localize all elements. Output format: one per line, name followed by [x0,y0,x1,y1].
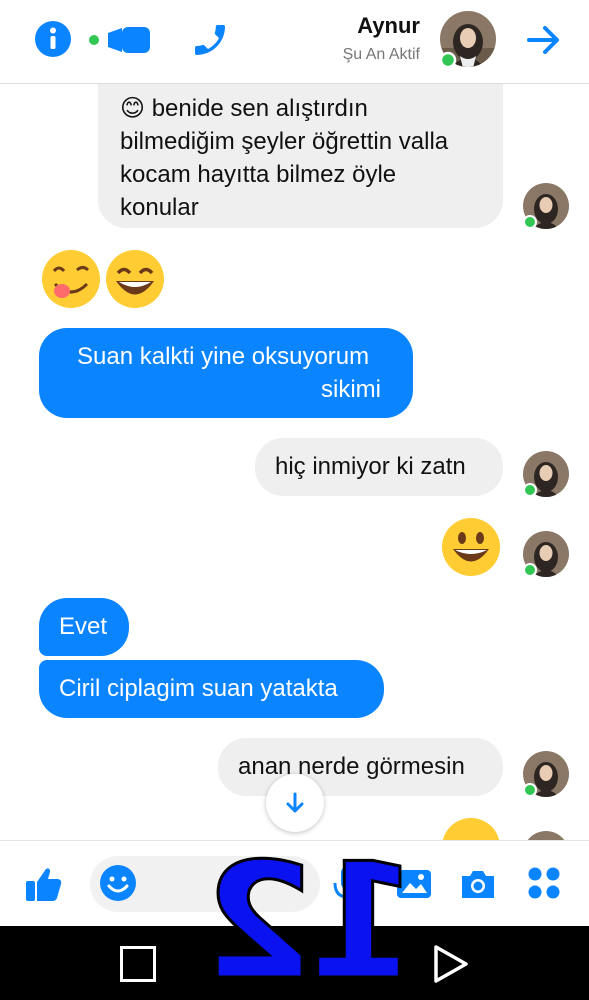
message-line: Suan kalkti yine oksuyorum [77,343,370,370]
sender-avatar[interactable] [522,750,570,798]
message-line: 😊 benide sen alıştırdın [120,95,368,122]
message-bubble-outgoing[interactable]: Suan kalkti yine oksuyorum sikimi [39,328,413,418]
sender-avatar[interactable] [522,530,570,578]
recent-apps-icon[interactable] [120,946,156,982]
message-list[interactable]: 😊 benide sen alıştırdın bilmediğim şeyle… [0,84,589,840]
message-bubble-incoming[interactable]: hiç inmiyor ki zatn [255,438,503,496]
message-bubble-outgoing[interactable]: Evet [39,598,129,656]
info-icon[interactable] [33,19,73,59]
message-bubble-incoming[interactable]: anan nerde görmesin [218,738,503,796]
contact-avatar[interactable] [439,10,497,69]
message-line: sikimi [321,376,381,403]
message-line: bilmediğim şeyler öğrettin valla [120,128,449,155]
back-icon[interactable] [430,943,470,985]
message-line: hiç inmiyor ki zatn [275,453,466,480]
sender-avatar[interactable] [522,830,570,840]
grinning-squint-emoji[interactable] [104,248,166,310]
message-line: konular [120,194,199,221]
forward-arrow-icon[interactable] [523,20,565,60]
video-call-icon[interactable] [86,23,156,57]
sender-avatar[interactable] [522,182,570,230]
arrow-down-icon [286,792,304,813]
sender-avatar[interactable] [522,450,570,498]
overlay-number: 12 [210,827,420,1000]
message-line: Ciril ciplagim suan yatakta [59,675,338,702]
like-icon[interactable] [22,863,64,905]
active-status: Şu An Aktif [342,46,420,63]
emoji-icon[interactable] [98,863,138,903]
emoji-partial[interactable] [440,816,502,840]
message-line: kocam hayıtta bilmez öyle [120,161,397,188]
message-line: Evet [59,613,108,640]
message-bubble-incoming[interactable]: 😊 benide sen alıştırdın bilmediğim şeyle… [98,84,503,228]
phone-icon[interactable] [190,20,230,60]
grinning-emoji[interactable] [440,516,502,578]
camera-icon[interactable] [458,865,498,903]
contact-name: Aynur [357,13,420,38]
apps-icon[interactable] [524,863,564,903]
message-bubble-outgoing[interactable]: Ciril ciplagim suan yatakta [39,660,384,718]
scroll-to-bottom-button[interactable] [266,774,324,832]
chat-header: Aynur Şu An Aktif [0,0,589,84]
winking-tongue-emoji[interactable] [40,248,102,310]
